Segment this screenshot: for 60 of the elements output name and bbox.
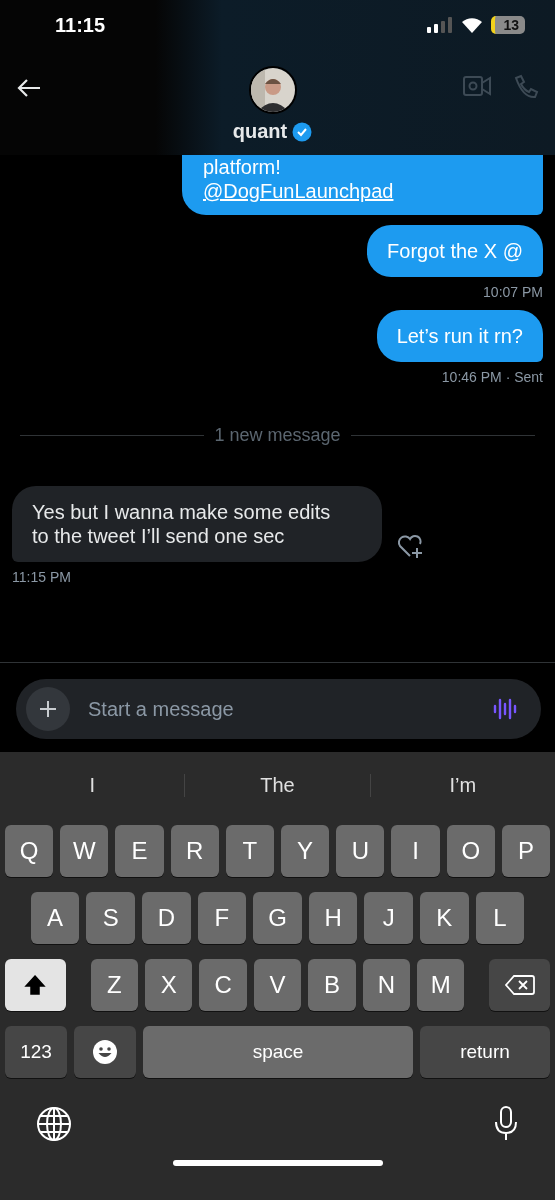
- battery-indicator: 13: [491, 16, 525, 34]
- smiley-icon: [92, 1039, 118, 1065]
- letter-key[interactable]: V: [253, 959, 302, 1011]
- status-time: 11:15: [55, 13, 106, 37]
- delete-key[interactable]: [489, 959, 550, 1011]
- message-timestamp: 11:15 PM: [12, 569, 71, 585]
- sent-message: platform! @DogFunLaunchpad: [182, 155, 543, 215]
- letter-key[interactable]: P: [501, 825, 550, 877]
- numbers-key[interactable]: 123: [5, 1026, 67, 1078]
- letter-key[interactable]: O: [446, 825, 495, 877]
- received-message: Yes but I wanna make some edits to the tweet I’ll send one sec: [12, 486, 382, 562]
- wifi-icon: [461, 17, 484, 33]
- return-key[interactable]: return: [420, 1026, 550, 1078]
- message-field[interactable]: Start a message: [16, 679, 541, 739]
- letter-key[interactable]: Q: [5, 825, 54, 877]
- message-input[interactable]: Start a message: [86, 696, 477, 722]
- signal-icon: [427, 17, 454, 33]
- sent-message: Let’s run it rn?: [376, 310, 543, 362]
- space-key[interactable]: space: [143, 1026, 413, 1078]
- letter-key[interactable]: W: [60, 825, 109, 877]
- emoji-key[interactable]: [74, 1026, 136, 1078]
- letter-key[interactable]: A: [30, 892, 80, 944]
- contact-name: quant: [232, 120, 288, 143]
- letter-key[interactable]: B: [308, 959, 356, 1011]
- letter-key[interactable]: U: [336, 825, 385, 877]
- back-arrow-icon[interactable]: [16, 78, 42, 98]
- letter-key[interactable]: R: [170, 825, 219, 877]
- letter-key[interactable]: D: [142, 892, 191, 944]
- message-timestamp: 10:07 PM: [483, 284, 543, 300]
- backspace-icon: [504, 974, 535, 996]
- letter-key[interactable]: K: [420, 892, 469, 944]
- globe-icon[interactable]: [36, 1106, 72, 1142]
- plus-icon: [38, 699, 58, 719]
- letter-key[interactable]: G: [253, 892, 302, 944]
- letter-key[interactable]: Y: [281, 825, 330, 877]
- shift-arrow-icon: [24, 974, 47, 996]
- heart-plus-icon[interactable]: [396, 534, 424, 560]
- word-suggestion[interactable]: I’m: [370, 773, 555, 797]
- add-button[interactable]: [26, 687, 70, 731]
- letter-key[interactable]: C: [199, 959, 247, 1011]
- letter-key[interactable]: S: [86, 892, 135, 944]
- message-timestamp: 10:46 PM · Sent: [441, 369, 543, 385]
- word-suggestion[interactable]: The: [185, 773, 371, 797]
- letter-key[interactable]: M: [417, 959, 465, 1011]
- letter-key[interactable]: F: [197, 892, 247, 944]
- sent-message: Forgot the X @: [367, 225, 543, 277]
- word-suggestion[interactable]: I: [0, 773, 186, 797]
- letter-key[interactable]: L: [475, 892, 525, 944]
- letter-key[interactable]: J: [364, 892, 413, 944]
- letter-key[interactable]: T: [225, 825, 274, 877]
- letter-key[interactable]: E: [115, 825, 164, 877]
- microphone-icon[interactable]: [493, 1106, 519, 1142]
- letter-key[interactable]: N: [362, 959, 411, 1011]
- letter-key[interactable]: I: [391, 825, 440, 877]
- letter-key[interactable]: H: [308, 892, 358, 944]
- shift-key[interactable]: [5, 959, 66, 1011]
- voice-icon[interactable]: [493, 696, 519, 722]
- new-message-divider: 1 new message: [214, 425, 341, 446]
- letter-key[interactable]: Z: [90, 959, 138, 1011]
- letter-key[interactable]: X: [144, 959, 193, 1011]
